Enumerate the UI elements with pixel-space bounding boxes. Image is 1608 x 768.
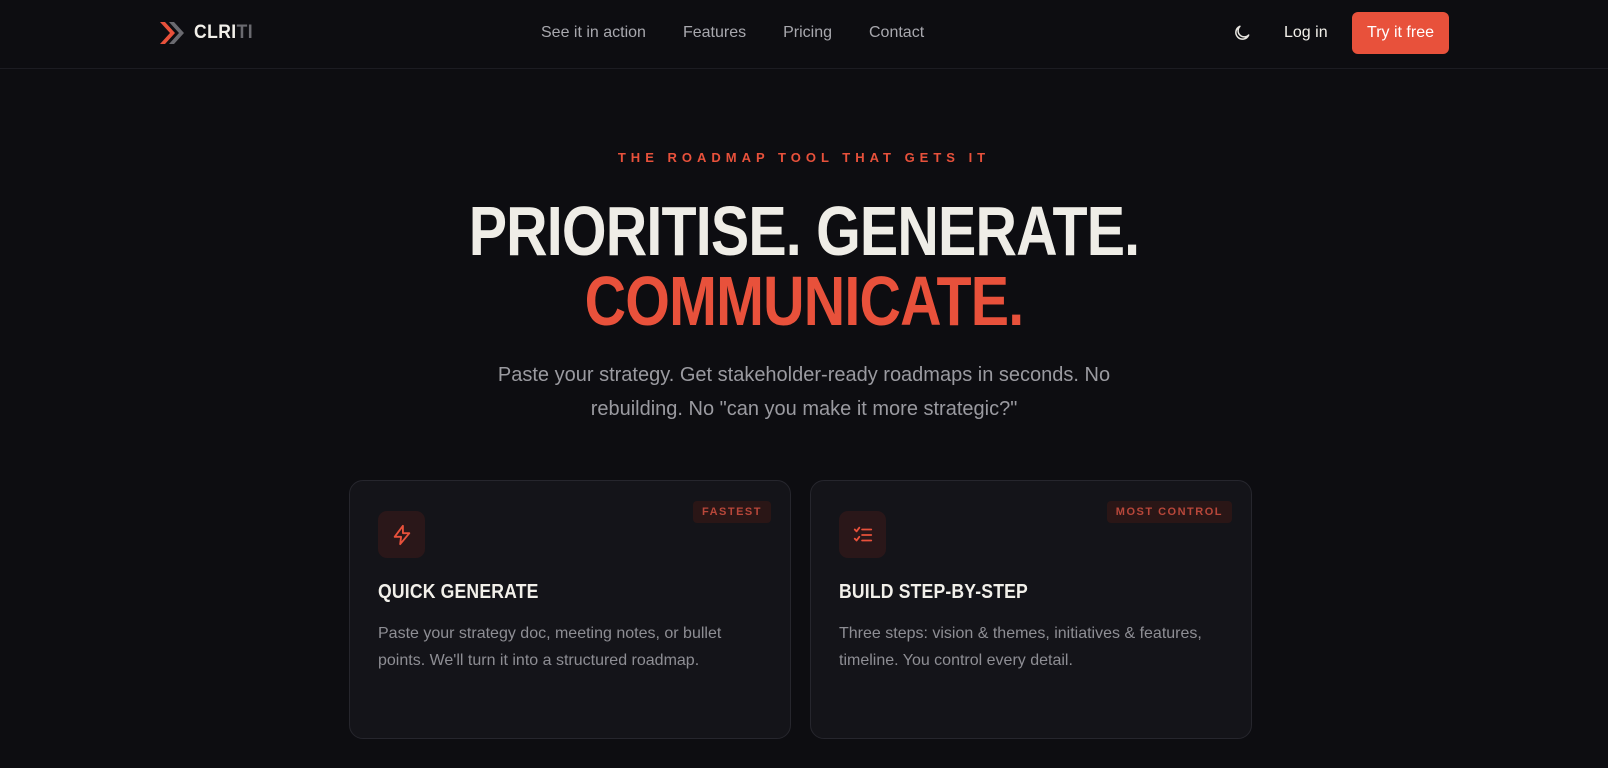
nav-links: See it in action Features Pricing Contac… <box>541 22 924 44</box>
brand-name-dim: TI <box>236 22 254 43</box>
card-description: Three steps: vision & themes, initiative… <box>839 625 1202 669</box>
brand-name-bright: CLRI <box>194 22 237 43</box>
most-control-badge: MOST CONTROL <box>1106 501 1232 523</box>
lightning-icon <box>393 524 410 545</box>
card-title: QUICK GENERATE <box>378 581 539 603</box>
fastest-badge: FASTEST <box>692 501 771 523</box>
card-description: Paste your strategy doc, meeting notes, … <box>378 625 722 669</box>
hero-headline-line2: COMMUNICATE. <box>584 262 1025 340</box>
card-title: BUILD STEP-BY-STEP <box>839 581 1028 603</box>
brand-name: CLRITI <box>194 22 253 44</box>
top-navigation: CLRITI See it in action Features Pricing… <box>0 0 1608 69</box>
login-link[interactable]: Log in <box>1284 22 1328 44</box>
hero-headline: PRIORITISE. GENERATE. COMMUNICATE. <box>0 196 1608 336</box>
build-step-icon-tile <box>839 511 886 558</box>
nav-link-see-it-in-action[interactable]: See it in action <box>541 22 646 44</box>
nav-link-pricing[interactable]: Pricing <box>783 22 832 44</box>
hero-headline-line1: PRIORITISE. GENERATE. <box>468 192 1140 270</box>
quick-generate-icon-tile <box>378 511 425 558</box>
nav-link-contact[interactable]: Contact <box>869 22 924 44</box>
quick-generate-card[interactable]: FASTEST QUICK GENERATE Paste your strate… <box>349 480 791 739</box>
brand-logo[interactable]: CLRITI <box>158 20 258 46</box>
try-it-free-button[interactable]: Try it free <box>1352 12 1449 54</box>
checklist-icon <box>853 526 872 541</box>
hero-eyebrow: THE ROADMAP TOOL THAT GETS IT <box>617 150 991 165</box>
hero-subtitle: Paste your strategy. Get stakeholder-rea… <box>497 364 1111 420</box>
moon-icon <box>1235 25 1250 40</box>
nav-link-features[interactable]: Features <box>683 22 746 44</box>
build-step-by-step-card[interactable]: MOST CONTROL BUILD STEP-BY-STEP Three st… <box>810 480 1252 739</box>
double-chevron-icon <box>160 22 184 44</box>
theme-toggle-button[interactable] <box>1229 20 1255 46</box>
